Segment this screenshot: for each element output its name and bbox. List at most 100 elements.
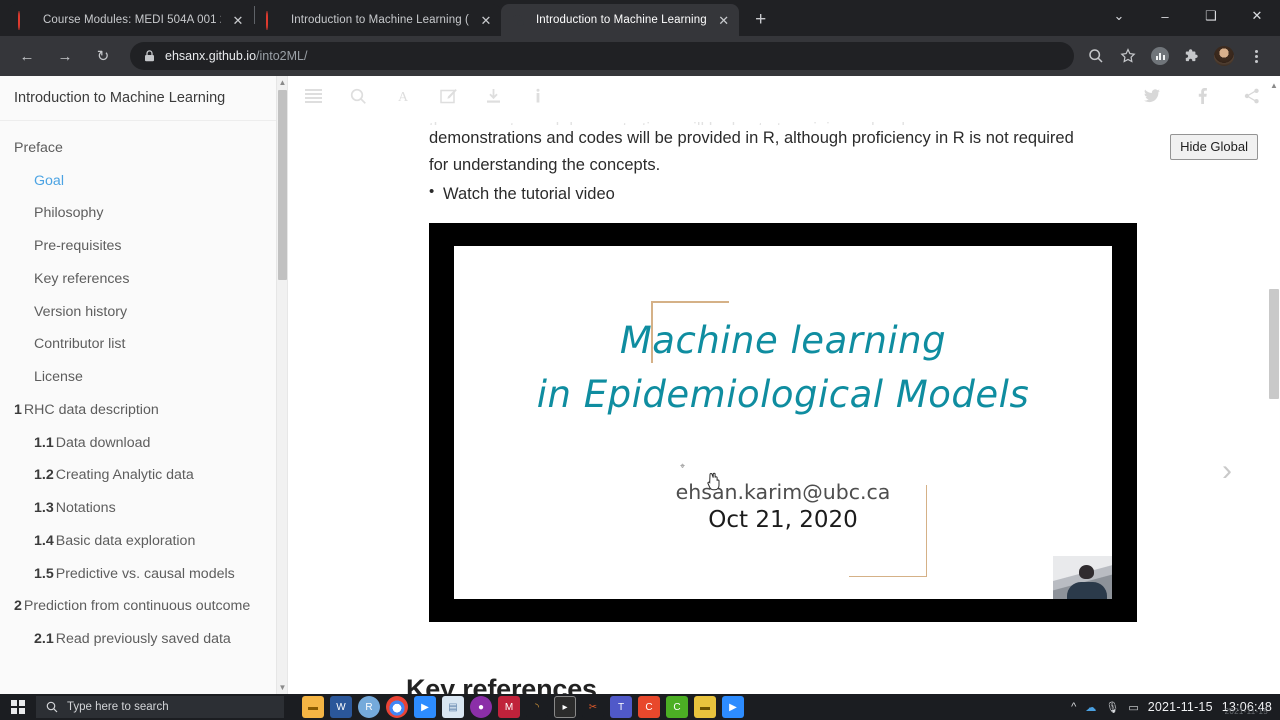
sidebar-item-label: Pre-requisites <box>34 238 122 255</box>
sidebar-item-prediction-from-continuous-outcome[interactable]: 2 Prediction from continuous outcome <box>0 591 287 624</box>
facebook-icon[interactable] <box>1192 86 1212 106</box>
sidebar-item-basic-data-exploration[interactable]: 1.4 Basic data exploration <box>0 525 287 558</box>
extensions-puzzle-icon[interactable] <box>1179 43 1205 69</box>
taskbar-search-box[interactable]: Type here to search <box>36 696 284 718</box>
sidebar-item-read-previously-saved-data[interactable]: 2.1 Read previously saved data <box>0 624 287 657</box>
twitter-icon[interactable] <box>1142 86 1162 106</box>
sidebar-item-philosophy[interactable]: Philosophy <box>0 198 287 231</box>
sidebar-item-goal[interactable]: Goal <box>0 165 287 198</box>
page-viewport: Introduction to Machine Learning Preface… <box>0 76 1280 694</box>
maximize-button[interactable]: ❑ <box>1188 0 1234 32</box>
address-bar[interactable]: ehsanx.github.io/into2ML/ <box>130 42 1074 70</box>
sidebar-item-label: Prediction from continuous outcome <box>23 598 251 615</box>
sidebar-book-title: Introduction to Machine Learning <box>0 76 287 122</box>
yellow-app-icon[interactable]: ▬ <box>694 696 716 718</box>
tab-close-button[interactable]: ✕ <box>715 11 733 29</box>
scroll-up-icon[interactable]: ▲ <box>1268 78 1280 92</box>
terminal-icon[interactable]: ▸ <box>554 696 576 718</box>
sidebar-item-key-references[interactable]: Key references <box>0 263 287 296</box>
svg-text:A: A <box>398 90 409 104</box>
browser-tab-1[interactable]: Course Modules: MEDI 504A 001 2021W1 Eme… <box>8 4 253 36</box>
sidebar-scrollbar-thumb[interactable] <box>278 90 287 280</box>
scroll-up-icon[interactable]: ▲ <box>277 76 287 89</box>
battery-icon[interactable]: ▭ <box>1128 701 1138 714</box>
page-scrollbar-thumb[interactable] <box>1269 289 1279 399</box>
sidebar-item-label: Contributor list <box>34 336 126 353</box>
file-explorer-icon[interactable]: ▬ <box>302 696 324 718</box>
chrome-icon[interactable] <box>386 696 408 718</box>
hide-global-button[interactable]: Hide Global <box>1170 134 1258 160</box>
sidebar-item-contributor-list[interactable]: Contributor list <box>0 329 287 362</box>
notepad-icon[interactable]: ▤ <box>442 696 464 718</box>
tab-close-button[interactable]: ✕ <box>229 11 247 29</box>
windows-taskbar: Type here to search ▬ W R ▶ ▤ ● M ◝ ▸ ✂ … <box>0 694 1280 720</box>
reload-button[interactable]: ↻ <box>88 41 118 71</box>
zoom-icon[interactable]: ▶ <box>414 696 436 718</box>
windows-logo-icon <box>11 700 25 714</box>
sidebar-item-license[interactable]: License <box>0 362 287 395</box>
chevron-up-icon[interactable]: ^ <box>1071 701 1076 713</box>
sidebar-item-rhc-data-description[interactable]: 1 RHC data description <box>0 394 287 427</box>
github-icon[interactable]: ● <box>470 696 492 718</box>
decorative-rule-bottom <box>849 575 927 578</box>
browser-tab-3-active[interactable]: Introduction to Machine Learning ✕ <box>501 4 739 36</box>
close-window-button[interactable]: ✕ <box>1234 0 1280 32</box>
slide-date: Oct 21, 2020 <box>708 507 858 534</box>
menu-icon[interactable] <box>303 86 323 106</box>
page-scrollbar[interactable]: ▲ <box>1268 76 1280 694</box>
chrome-menu-icon[interactable] <box>1243 43 1269 69</box>
snipping-tool-icon[interactable]: ✂ <box>582 696 604 718</box>
search-icon[interactable] <box>348 86 368 106</box>
c-red-icon[interactable]: C <box>638 696 660 718</box>
forward-button[interactable]: → <box>50 41 80 71</box>
edit-icon[interactable] <box>438 86 458 106</box>
back-button[interactable]: ← <box>12 41 42 71</box>
tutorial-video-player[interactable]: Machine learning in Epidemiological Mode… <box>429 223 1137 623</box>
document-body: the concepts, and demonstrations will be… <box>288 116 1280 694</box>
start-button[interactable] <box>0 694 36 720</box>
info-icon[interactable] <box>528 86 548 106</box>
sidebar-item-pre-requisites[interactable]: Pre-requisites <box>0 231 287 264</box>
page-heading-key-references: Key references <box>406 674 597 694</box>
onedrive-icon[interactable]: ☁ <box>1085 701 1096 714</box>
tab-search-chevron-icon[interactable]: ⌄ <box>1096 0 1142 32</box>
font-size-icon[interactable]: A <box>393 86 413 106</box>
sidebar-item-version-history[interactable]: Version history <box>0 296 287 329</box>
sidebar-scrollbar[interactable]: ▲ ▼ <box>276 76 287 694</box>
search-icon[interactable] <box>1083 43 1109 69</box>
scroll-down-icon[interactable]: ▼ <box>277 681 287 694</box>
download-icon[interactable] <box>483 86 503 106</box>
share-icon[interactable] <box>1242 86 1262 106</box>
profile-avatar[interactable] <box>1211 43 1237 69</box>
bookmark-star-icon[interactable] <box>1115 43 1141 69</box>
teams-icon[interactable]: T <box>610 696 632 718</box>
next-page-chevron-icon[interactable]: › <box>1222 456 1232 486</box>
clock-date: 2021-11-15 <box>1147 700 1213 714</box>
tab-close-button[interactable]: ✕ <box>477 11 495 29</box>
microphone-icon[interactable]: 🎙 <box>1105 701 1119 714</box>
overleaf-icon[interactable]: ◝ <box>526 696 548 718</box>
mendeley-icon[interactable]: M <box>498 696 520 718</box>
zoom2-icon[interactable]: ▶ <box>722 696 744 718</box>
rstudio-icon[interactable]: R <box>358 696 380 718</box>
sidebar-item-notations[interactable]: 1.3 Notations <box>0 493 287 526</box>
word-icon[interactable]: W <box>330 696 352 718</box>
sidebar-item-preface[interactable]: Preface <box>0 132 287 165</box>
new-tab-button[interactable]: + <box>747 5 775 33</box>
slide-title: Machine learning in Epidemiological Mode… <box>454 314 1112 421</box>
c-green-icon[interactable]: C <box>666 696 688 718</box>
browser-toolbar: ← → ↻ ehsanx.github.io/into2ML/ <box>0 36 1280 76</box>
social-share-icons <box>1142 76 1262 116</box>
sidebar-toc: Preface Goal Philosophy Pre-requisites K… <box>0 121 287 656</box>
sidebar-item-creating-analytic-data[interactable]: 1.2 Creating Analytic data <box>0 460 287 493</box>
sidebar-item-number: 1.1 <box>34 434 54 451</box>
extension-chart-icon[interactable] <box>1147 43 1173 69</box>
browser-tab-2[interactable]: Introduction to Machine Learning (will b… <box>256 4 501 36</box>
sidebar-item-predictive-vs-causal-models[interactable]: 1.5 Predictive vs. causal models <box>0 558 287 591</box>
minimize-button[interactable]: – <box>1142 0 1188 32</box>
sidebar-item-data-download[interactable]: 1.1 Data download <box>0 427 287 460</box>
slide-title-line2: in Epidemiological Models <box>536 372 1030 416</box>
sidebar-item-number: 2 <box>14 598 22 615</box>
tab-divider <box>254 6 255 24</box>
sidebar-item-label: License <box>34 369 83 386</box>
